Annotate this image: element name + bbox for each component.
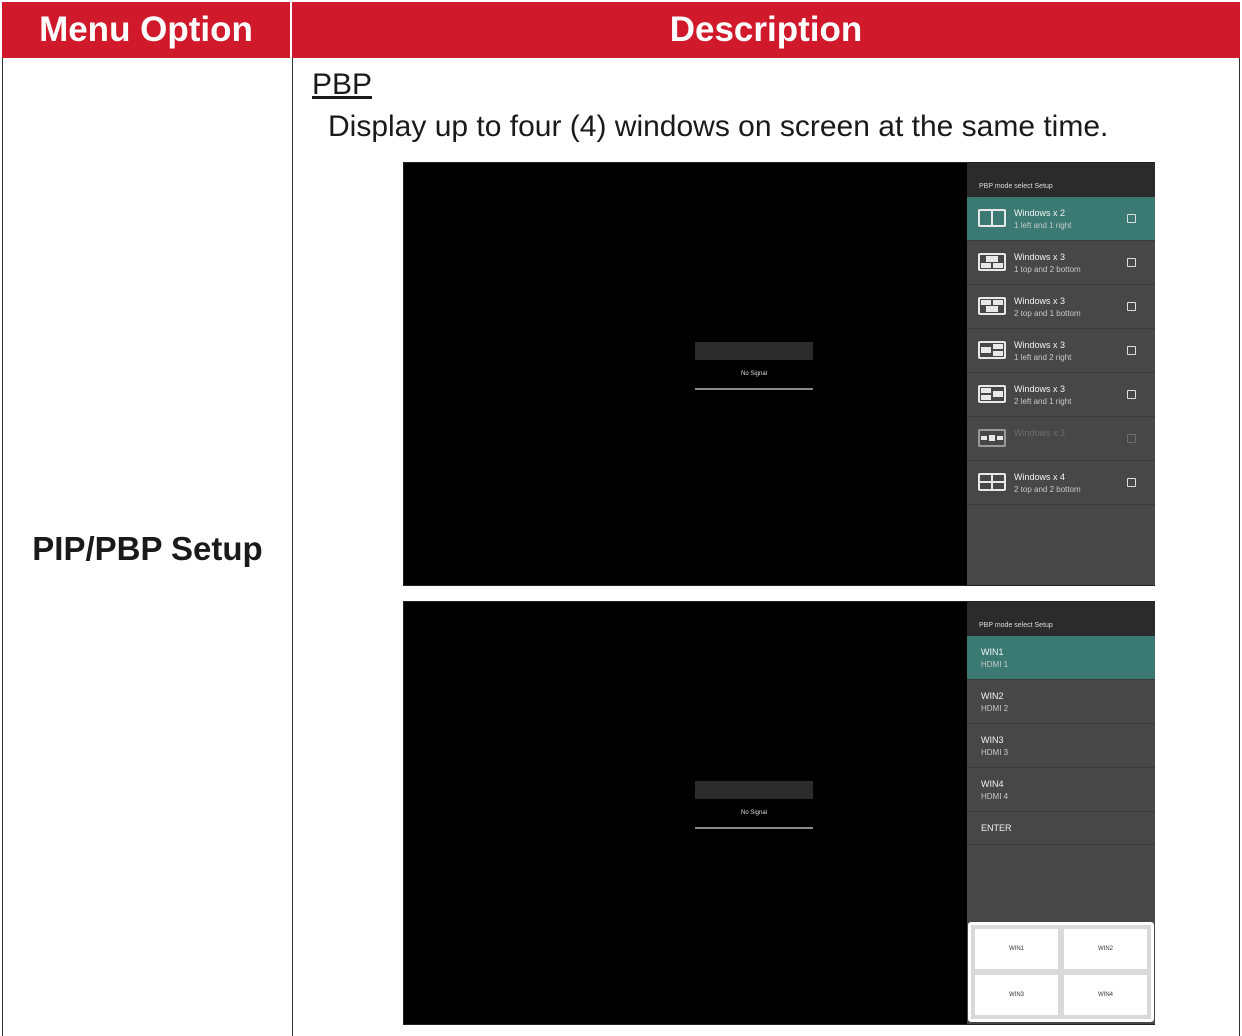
- option-windows-x3-1left-2right[interactable]: Windows x 3 1 left and 2 right: [967, 329, 1155, 373]
- enter-label: ENTER: [981, 823, 1012, 833]
- window-item-win2[interactable]: WIN2 HDMI 2: [967, 680, 1155, 724]
- option-checkbox[interactable]: [1127, 302, 1136, 311]
- preview-cell-win2: WIN2: [1064, 929, 1147, 969]
- layout-2-split-icon: [978, 209, 1006, 227]
- window-source: HDMI 2: [981, 704, 1009, 713]
- option-checkbox[interactable]: [1127, 390, 1136, 399]
- window-item-win4[interactable]: WIN4 HDMI 4: [967, 768, 1155, 812]
- header-menu-option: Menu Option: [2, 2, 292, 58]
- description-text: Display up to four (4) windows on screen…: [328, 110, 1109, 143]
- option-subtitle: 1 left and 1 right: [1014, 221, 1072, 230]
- window-name: WIN1: [981, 647, 1004, 657]
- window-item-win3[interactable]: WIN3 HDMI 3: [967, 724, 1155, 768]
- window-name: WIN4: [981, 779, 1004, 789]
- window-name: WIN2: [981, 691, 1004, 701]
- option-subtitle: 2 top and 1 bottom: [1014, 309, 1081, 318]
- option-windows-x4[interactable]: Windows x 4 2 top and 2 bottom: [967, 461, 1155, 505]
- window-source-panel: PBP mode select Setup WIN1 HDMI 1 WIN2 H…: [967, 602, 1155, 1024]
- option-checkbox[interactable]: [1127, 346, 1136, 355]
- option-title: Windows x 3: [1014, 428, 1066, 438]
- header-description: Description: [669, 10, 863, 49]
- option-checkbox[interactable]: [1127, 478, 1136, 487]
- preview-cell-win3: WIN3: [975, 975, 1058, 1015]
- enter-button[interactable]: ENTER: [967, 812, 1155, 845]
- window-name: WIN3: [981, 735, 1004, 745]
- option-title: Windows x 3: [1014, 252, 1066, 262]
- option-subtitle: 2 top and 2 bottom: [1014, 485, 1081, 494]
- option-title: Windows x 3: [1014, 296, 1066, 306]
- layout-3-horizontal-icon: [978, 429, 1006, 447]
- pbp-window-source-screenshot: No Signal PBP mode select Setup WIN1 HDM…: [403, 601, 1155, 1025]
- layout-2left-1right-icon: [978, 385, 1006, 403]
- option-subtitle: 2 left and 1 right: [1014, 397, 1072, 406]
- option-checkbox[interactable]: [1127, 214, 1136, 223]
- layout-1left-2right-icon: [978, 341, 1006, 359]
- option-windows-x3-2top-1bottom[interactable]: Windows x 3 2 top and 1 bottom: [967, 285, 1155, 329]
- preview-cell-win4: WIN4: [1064, 975, 1147, 1015]
- document-page: Menu Option Description PIP/PBP Setup PB…: [0, 0, 1242, 1036]
- window-source: HDMI 4: [981, 792, 1009, 801]
- option-checkbox: [1127, 434, 1136, 443]
- option-subtitle: 1 top and 2 bottom: [1014, 265, 1081, 274]
- option-subtitle: 1 left and 2 right: [1014, 353, 1072, 362]
- table-header: Menu Option Description: [2, 2, 1240, 58]
- no-signal-box: No Signal: [695, 781, 813, 829]
- pbp-mode-panel: PBP mode select Setup Windows x 2 1 left…: [967, 163, 1155, 585]
- window-layout-preview: WIN1 WIN2 WIN3 WIN4: [968, 922, 1154, 1022]
- panel-title: PBP mode select Setup: [967, 163, 1155, 197]
- window-item-win1[interactable]: WIN1 HDMI 1: [967, 636, 1155, 680]
- panel-title: PBP mode select Setup: [967, 602, 1155, 636]
- preview-cell-win1: WIN1: [975, 929, 1058, 969]
- window-source: HDMI 1: [981, 660, 1009, 669]
- option-title: Windows x 3: [1014, 384, 1066, 394]
- menu-option-label: PIP/PBP Setup: [32, 530, 263, 567]
- no-signal-text: No Signal: [740, 371, 767, 377]
- option-checkbox[interactable]: [1127, 258, 1136, 267]
- option-windows-x3-1top-2bottom[interactable]: Windows x 3 1 top and 2 bottom: [967, 241, 1155, 285]
- table-border-right: [1239, 58, 1240, 1036]
- pbp-mode-screenshot: No Signal PBP mode select Setup Windows …: [403, 162, 1155, 586]
- option-windows-x3-2left-1right[interactable]: Windows x 3 2 left and 1 right: [967, 373, 1155, 417]
- layout-1top-2bottom-icon: [978, 253, 1006, 271]
- layout-2top-1bottom-icon: [978, 297, 1006, 315]
- table-column-divider: [292, 58, 293, 1036]
- option-title: Windows x 4: [1014, 472, 1066, 482]
- option-title: Windows x 3: [1014, 340, 1066, 350]
- pbp-subheading: PBP: [312, 68, 373, 101]
- layout-4-grid-icon: [978, 473, 1006, 491]
- no-signal-text: No Signal: [740, 810, 767, 816]
- option-windows-x3-horizontal: Windows x 3: [967, 417, 1155, 461]
- option-title: Windows x 2: [1014, 208, 1066, 218]
- window-source: HDMI 3: [981, 748, 1009, 757]
- option-windows-x2[interactable]: Windows x 2 1 left and 1 right: [967, 197, 1155, 241]
- no-signal-box: No Signal: [695, 342, 813, 390]
